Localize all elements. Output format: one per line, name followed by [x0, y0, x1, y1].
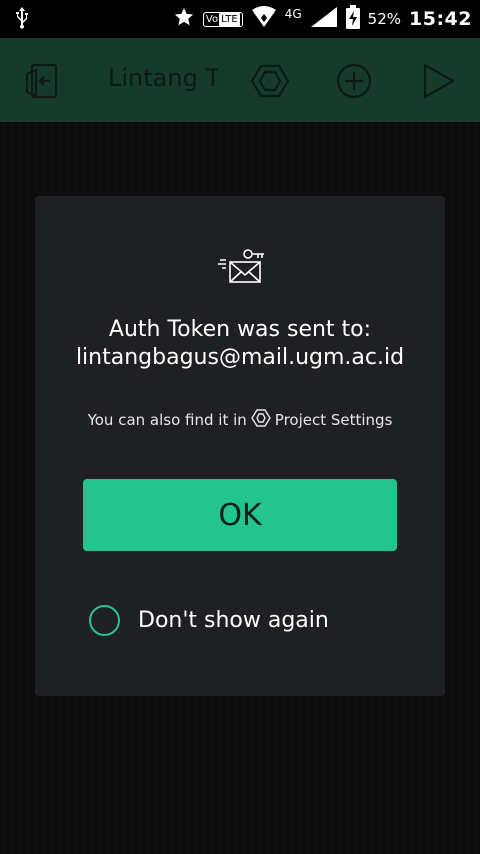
signal-icon	[310, 6, 338, 32]
hexagon-settings-icon[interactable]	[250, 62, 290, 104]
hexagon-icon	[250, 408, 271, 432]
network-type: 4G	[284, 7, 302, 21]
exit-icon[interactable]	[24, 62, 62, 104]
mail-key-icon	[218, 248, 266, 290]
add-icon[interactable]	[335, 62, 373, 104]
app-bar: Lintang T	[0, 38, 480, 122]
battery-charging-icon	[345, 5, 360, 33]
play-icon[interactable]	[420, 62, 458, 104]
dont-show-again-option[interactable]: Don't show again	[89, 605, 329, 636]
dialog-title: Auth Token was sent to: lintangbagus@mai…	[35, 316, 445, 372]
star-icon	[173, 6, 195, 32]
project-settings-label: Project Settings	[274, 411, 393, 429]
wifi-icon	[251, 6, 277, 32]
battery-percent: 52%	[367, 10, 402, 28]
settings-hint: You can also find it in Project Settings	[35, 408, 445, 432]
dont-show-label[interactable]: Don't show again	[138, 608, 329, 633]
status-bar: Vo LTE 4G 52% 15:42	[0, 0, 480, 38]
usb-icon	[14, 6, 30, 34]
auth-token-dialog: Auth Token was sent to: lintangbagus@mai…	[35, 196, 445, 696]
hint-text: You can also find it in	[87, 411, 247, 429]
volte-badge: Vo LTE	[202, 11, 243, 27]
clock: 15:42	[409, 8, 472, 30]
ok-button[interactable]: OK	[83, 479, 397, 551]
dont-show-radio[interactable]	[89, 605, 120, 636]
project-title[interactable]: Lintang T	[108, 64, 218, 92]
recipient-email: lintangbagus@mail.ugm.ac.id	[75, 345, 405, 370]
title-line-1: Auth Token was sent to:	[108, 317, 372, 342]
